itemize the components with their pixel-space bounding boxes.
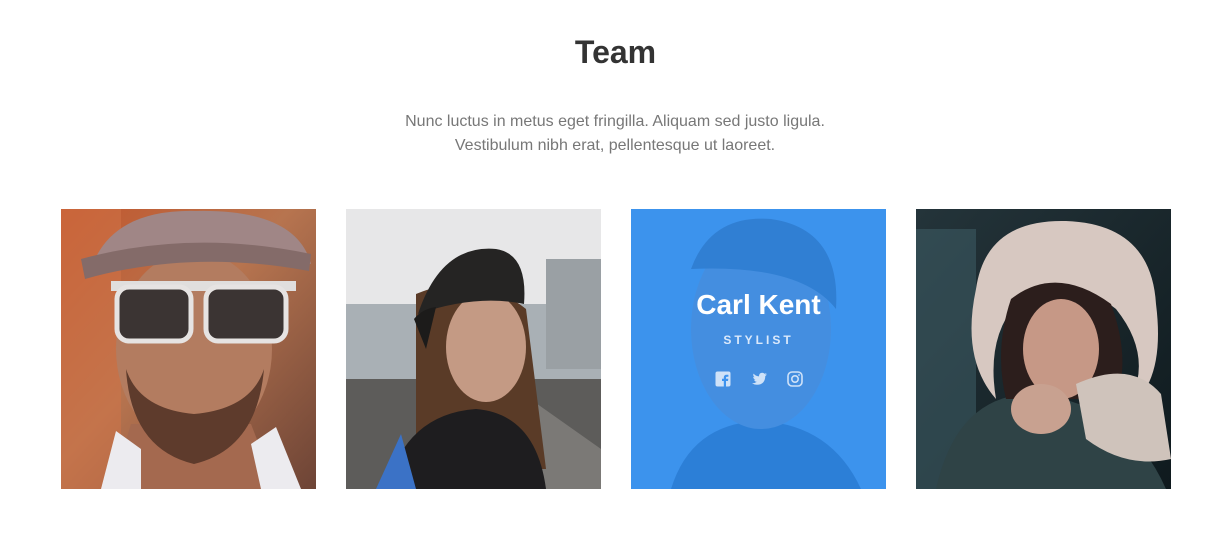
social-links bbox=[631, 371, 886, 391]
featured-overlay bbox=[631, 209, 886, 489]
team-member-card-1[interactable] bbox=[61, 209, 316, 489]
member-role: STYLIST bbox=[723, 333, 794, 347]
team-section: Team Nunc luctus in metus eget fringilla… bbox=[0, 0, 1231, 546]
team-member-card-2[interactable] bbox=[346, 209, 601, 489]
section-title: Team bbox=[574, 34, 657, 70]
team-member-card-featured[interactable]: Carl Kent STYLIST bbox=[631, 209, 886, 489]
facebook-icon[interactable] bbox=[715, 371, 731, 387]
team-member-photo-1 bbox=[61, 209, 316, 489]
team-member-photo-4 bbox=[916, 209, 1171, 489]
team-grid: Carl Kent STYLIST bbox=[61, 209, 1171, 489]
description-line-1: Nunc luctus in metus eget fringilla. Ali… bbox=[405, 113, 825, 130]
section-description: Nunc luctus in metus eget fringilla. Ali… bbox=[365, 110, 865, 158]
description-line-2: Vestibulum nibh erat, pellentesque ut la… bbox=[454, 137, 776, 154]
team-member-photo-2 bbox=[346, 209, 601, 489]
team-member-card-4[interactable] bbox=[916, 209, 1171, 489]
twitter-icon[interactable] bbox=[751, 371, 767, 387]
member-name: Carl Kent bbox=[696, 289, 821, 320]
instagram-icon[interactable] bbox=[786, 371, 803, 387]
